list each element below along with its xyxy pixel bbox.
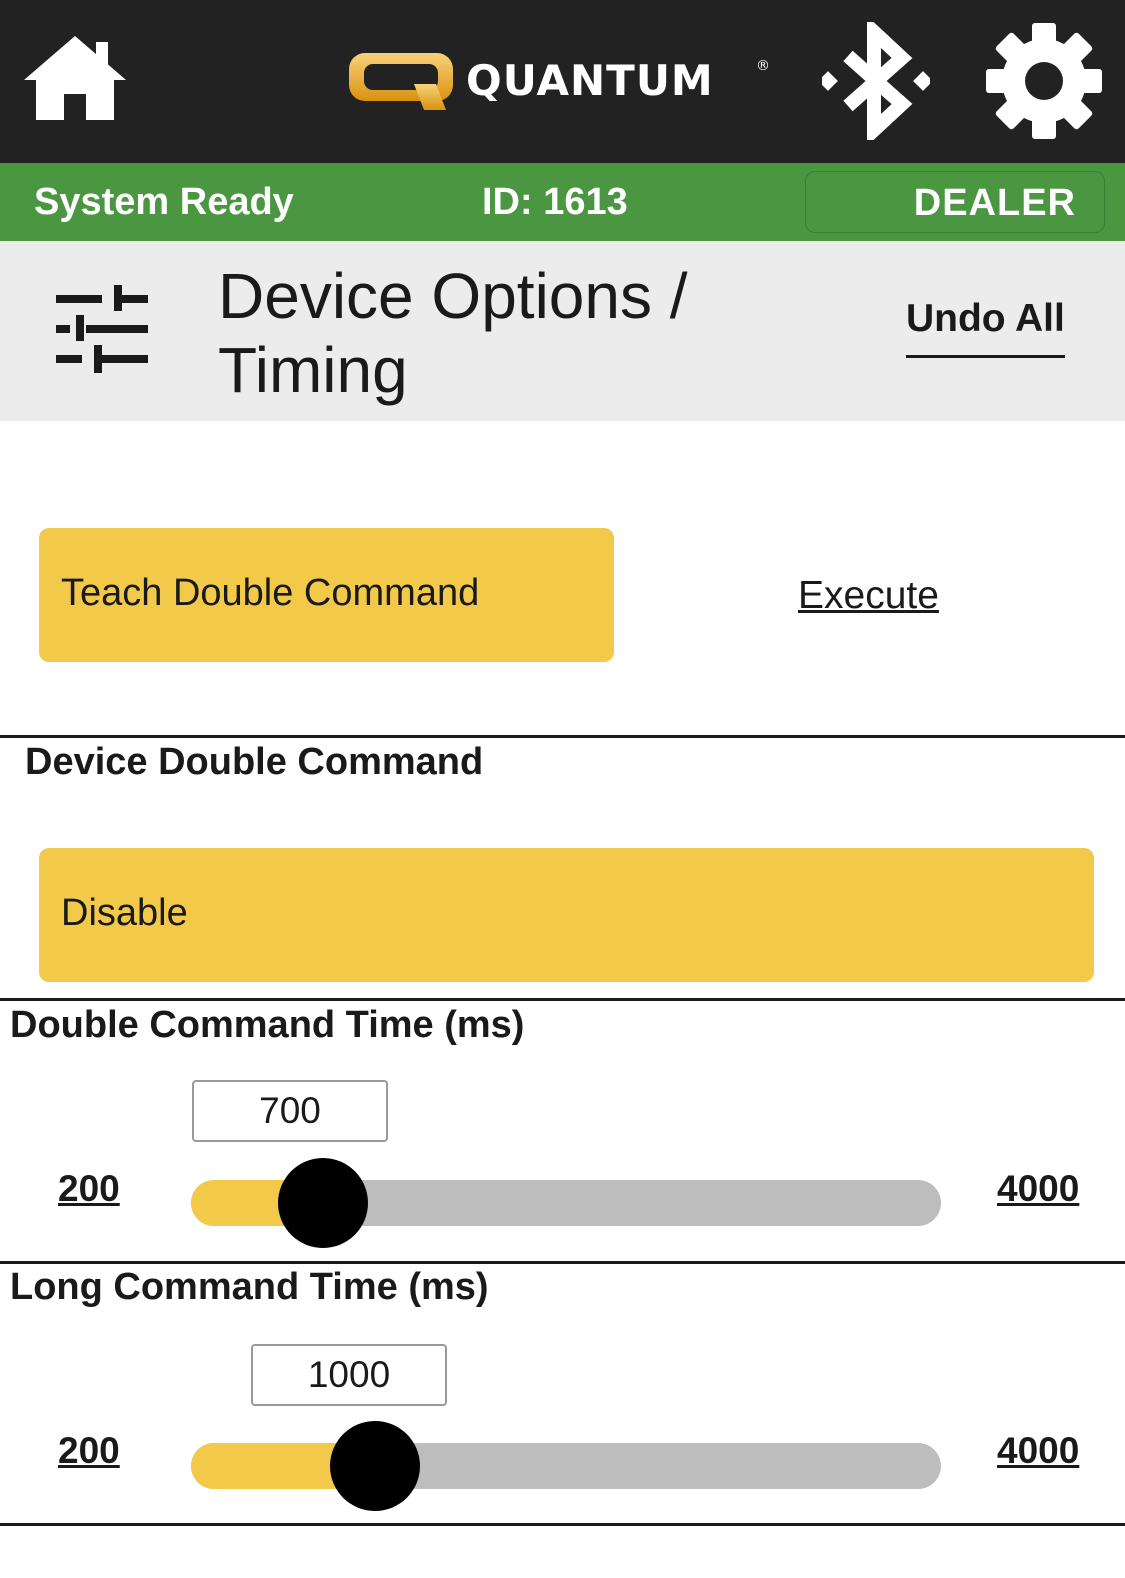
double-command-time-max: 4000: [997, 1168, 1080, 1209]
status-bar: System Ready ID: 1613 DEALER: [0, 163, 1125, 241]
double-command-time-slider-thumb[interactable]: [277, 1158, 368, 1248]
long-command-time-label: Long Command Time (ms): [10, 1266, 489, 1308]
undo-all-button[interactable]: Undo All: [906, 297, 1065, 358]
device-id: ID: 1613: [482, 181, 628, 223]
home-icon[interactable]: [22, 32, 128, 124]
device-double-command-value: Disable: [61, 892, 188, 934]
long-command-time-value[interactable]: 1000: [251, 1344, 447, 1406]
long-command-time-slider[interactable]: [191, 1443, 941, 1489]
divider: [0, 1523, 1125, 1526]
device-double-command-select[interactable]: Disable: [39, 848, 1094, 982]
execute-link[interactable]: Execute: [798, 574, 939, 618]
dealer-mode-label: DEALER: [913, 182, 1076, 224]
page-title: Device Options / Timing: [218, 260, 688, 406]
brand-registered-mark: ®: [756, 58, 770, 74]
teach-double-command-label: Teach Double Command: [61, 572, 480, 614]
divider: [0, 735, 1125, 738]
divider: [0, 998, 1125, 1001]
quantum-logo: QUANTUM ®: [346, 50, 776, 112]
long-command-time-slider-thumb[interactable]: [329, 1421, 420, 1511]
divider: [0, 1261, 1125, 1264]
teach-double-command-button[interactable]: Teach Double Command: [39, 528, 614, 662]
gear-icon[interactable]: [985, 22, 1103, 140]
sliders-icon: [56, 285, 148, 373]
app-header: QUANTUM ®: [0, 0, 1125, 163]
double-command-time-label: Double Command Time (ms): [10, 1004, 525, 1046]
page-title-bar: Device Options / Timing Undo All: [0, 241, 1125, 421]
long-command-time-max: 4000: [997, 1430, 1080, 1471]
bluetooth-icon[interactable]: [822, 22, 930, 140]
double-command-time-value[interactable]: 700: [192, 1080, 388, 1142]
device-double-command-label: Device Double Command: [25, 741, 484, 783]
double-command-time-min: 200: [58, 1168, 120, 1209]
dealer-mode-button[interactable]: DEALER: [805, 171, 1105, 233]
quantum-logo-icon: [349, 53, 453, 110]
brand-name: QUANTUM: [466, 56, 714, 105]
long-command-time-min: 200: [58, 1430, 120, 1471]
system-status-text: System Ready: [34, 181, 294, 223]
